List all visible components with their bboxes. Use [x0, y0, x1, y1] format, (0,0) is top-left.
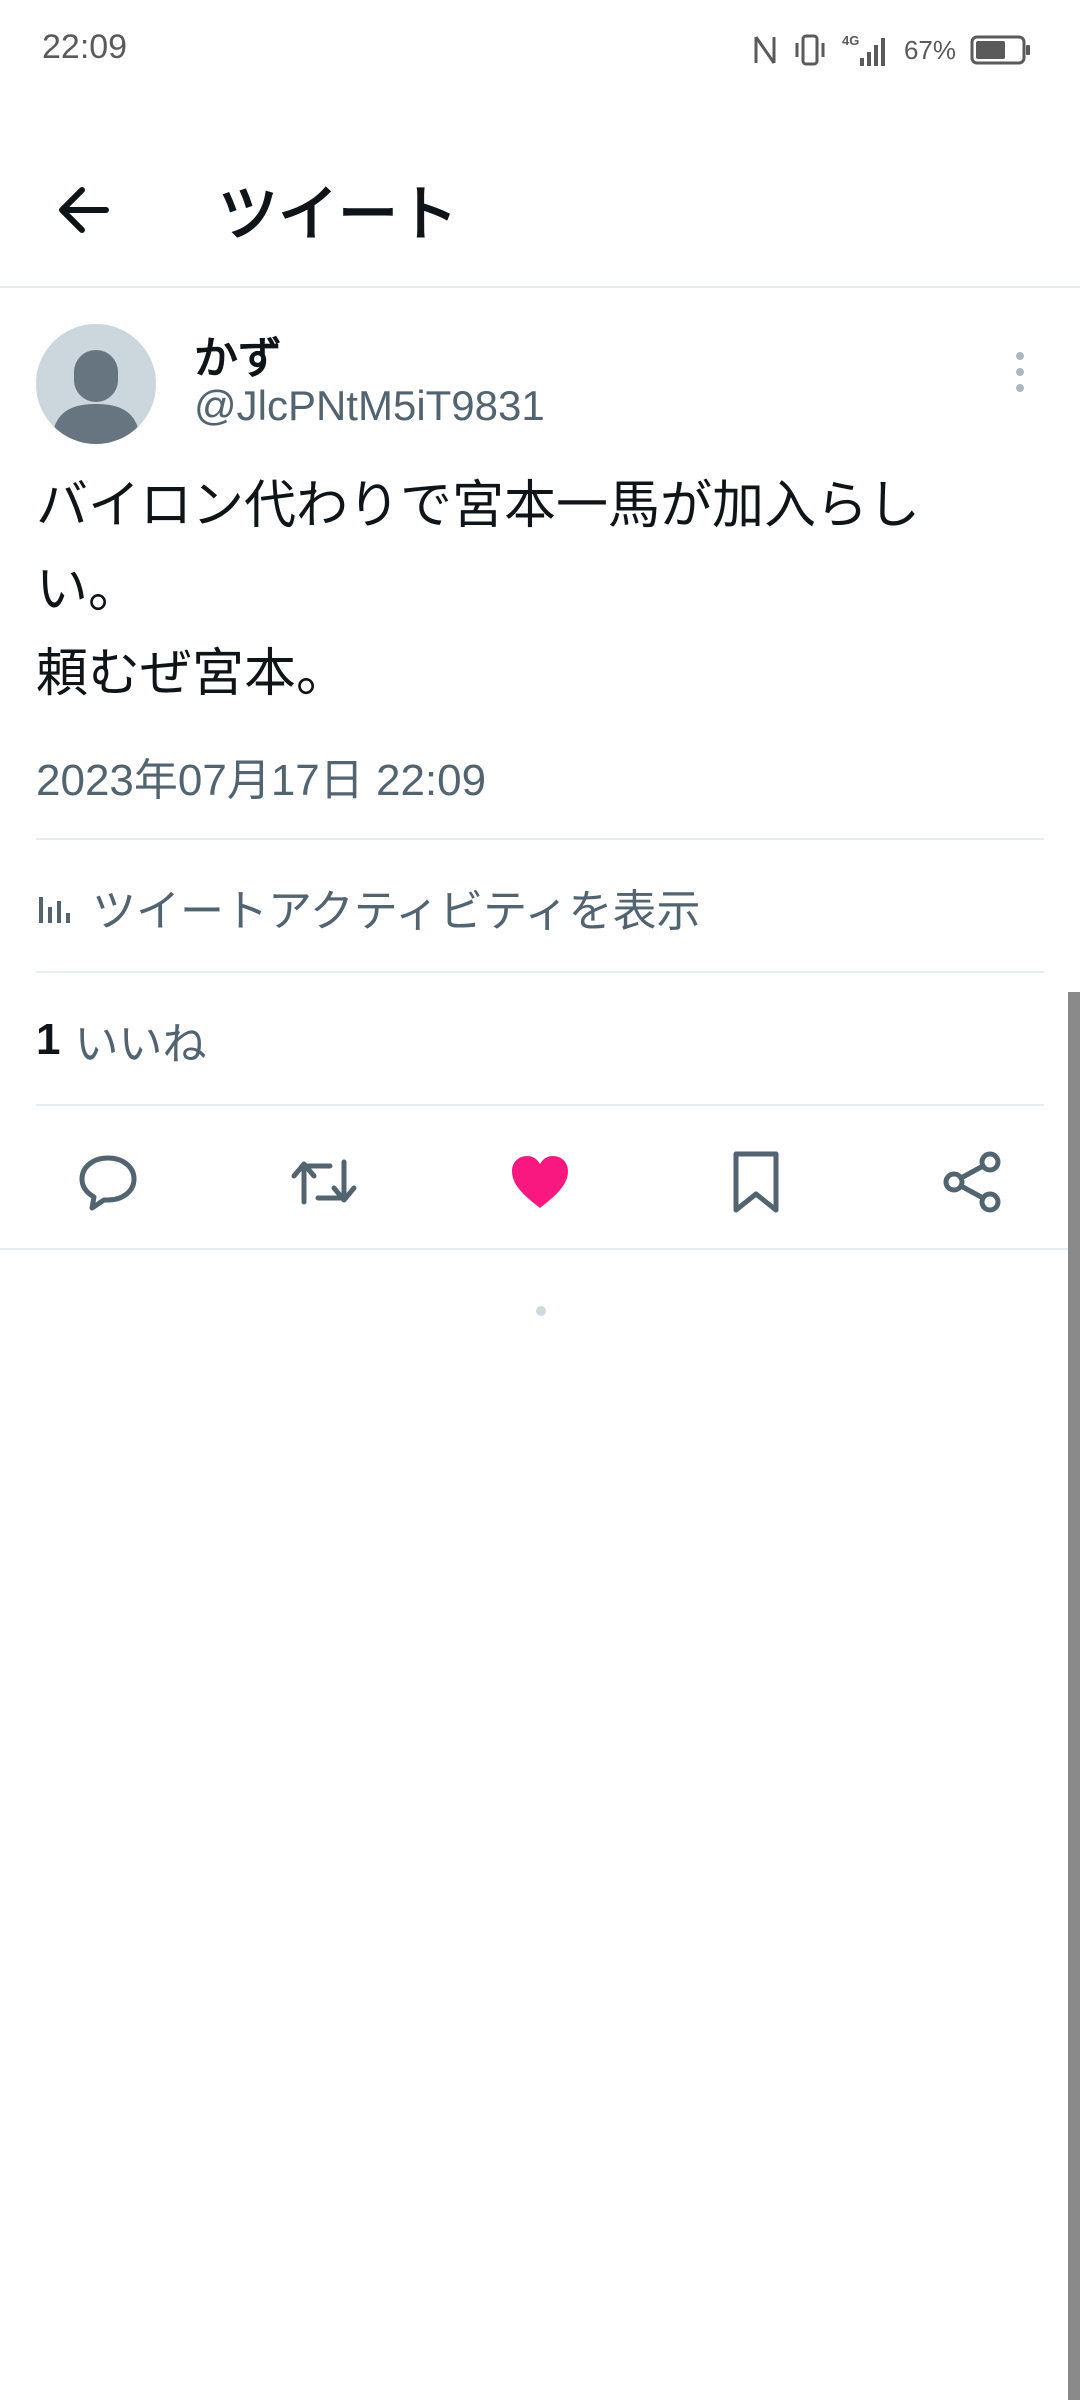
- more-dot: [1016, 368, 1024, 376]
- back-button[interactable]: [44, 170, 124, 250]
- likes-summary[interactable]: 1 いいね: [36, 1004, 206, 1076]
- tweet-activity-label: ツイートアクティビティを表示: [92, 886, 701, 937]
- status-icons: 4G 67%: [752, 28, 1032, 72]
- bookmark-button[interactable]: [714, 1140, 798, 1224]
- tweet-action-bar: [0, 1130, 1080, 1230]
- more-dot: [1016, 384, 1024, 392]
- reply-icon: [79, 1155, 137, 1211]
- more-dot: [1016, 352, 1024, 360]
- divider: [0, 1248, 1080, 1250]
- retweet-icon: [291, 1159, 357, 1205]
- analytics-icon: [39, 897, 70, 923]
- signal-4g-icon: 4G: [842, 32, 890, 68]
- likes-label: いいね: [74, 1019, 207, 1070]
- bookmark-icon: [733, 1151, 779, 1213]
- status-time: 22:09: [42, 28, 128, 66]
- network-label: 4G: [842, 33, 859, 48]
- avatar[interactable]: [36, 324, 156, 444]
- arrow-left-icon: [59, 187, 109, 233]
- page-title: ツイート: [218, 180, 458, 250]
- top-bar: ツイート: [0, 140, 1080, 268]
- vibrate-icon: [792, 33, 828, 67]
- scrollbar[interactable]: [1068, 992, 1080, 2400]
- loading-indicator: [536, 1306, 546, 1316]
- share-icon: [943, 1151, 1001, 1213]
- divider: [36, 838, 1044, 840]
- like-button[interactable]: [498, 1140, 582, 1224]
- divider: [36, 1104, 1044, 1106]
- battery-percent: 67%: [903, 34, 956, 65]
- author-handle[interactable]: @JlcPNtM5iT9831: [194, 382, 545, 430]
- default-avatar-icon: [36, 324, 156, 444]
- retweet-button[interactable]: [282, 1140, 366, 1224]
- author-display-name[interactable]: かず: [194, 322, 282, 386]
- header-divider: [0, 286, 1080, 288]
- reply-button[interactable]: [66, 1140, 150, 1224]
- tweet-activity-button[interactable]: ツイートアクティビティを表示: [36, 872, 701, 942]
- tweet-text: バイロン代わりで宮本一馬が加入らし い。 頼むぜ宮本。: [36, 476, 921, 704]
- status-bar: 22:09 4G 67%: [0, 0, 1080, 100]
- heart-icon: [512, 1156, 568, 1208]
- divider: [36, 971, 1044, 973]
- likes-count: 1: [36, 1015, 61, 1064]
- tweet-timestamp[interactable]: 2023年07月17日 22:09: [36, 744, 486, 808]
- nfc-icon: [752, 33, 778, 67]
- battery-icon: [970, 35, 1032, 65]
- share-button[interactable]: [930, 1140, 1014, 1224]
- more-options-button[interactable]: [1000, 346, 1040, 398]
